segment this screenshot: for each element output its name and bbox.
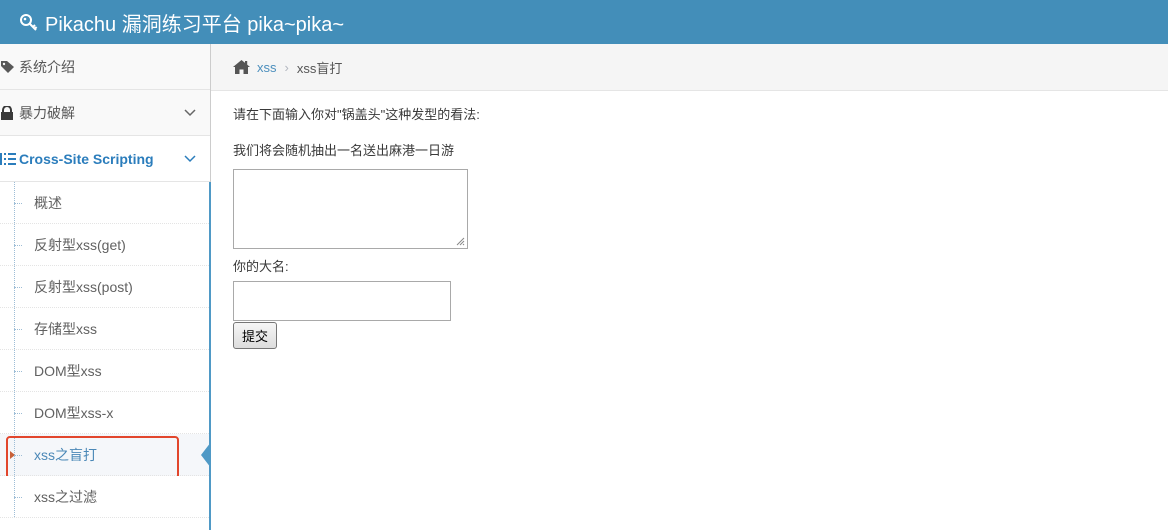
sidebar: 系统介绍 暴力破解 Cross-Site Scripting 概述 反射型xss… xyxy=(0,44,211,530)
sidebar-item-label: 暴力破解 xyxy=(19,104,75,121)
prompt-text-2: 我们将会随机抽出一名送出麻港一日游 xyxy=(233,143,455,158)
submit-button[interactable]: 提交 xyxy=(233,322,277,349)
sidebar-item-label: Cross-Site Scripting xyxy=(19,150,154,167)
submenu-item-blind[interactable]: xss之盲打 xyxy=(0,434,211,480)
submenu-item-label: DOM型xss-x xyxy=(34,404,114,421)
lock-icon xyxy=(1,105,13,120)
sidebar-item-xss[interactable]: Cross-Site Scripting xyxy=(0,136,210,182)
submenu-item-label: 反射型xss(get) xyxy=(34,236,126,253)
chevron-down-icon xyxy=(184,108,196,116)
breadcrumb-current: xss盲打 xyxy=(296,60,343,76)
home-icon[interactable] xyxy=(232,59,251,75)
submenu-item-label: xss之过滤 xyxy=(34,488,97,505)
name-input[interactable] xyxy=(233,281,451,321)
key-icon xyxy=(20,14,38,31)
active-pointer-icon xyxy=(201,442,211,468)
resize-grip-icon[interactable] xyxy=(455,236,465,246)
sidebar-item-label: 系统介绍 xyxy=(19,58,75,75)
submenu-item-label: 反射型xss(post) xyxy=(34,278,133,295)
submenu-item-reflected-get[interactable]: 反射型xss(get) xyxy=(0,224,209,266)
top-navbar: Pikachu 漏洞练习平台 pika~pika~ xyxy=(0,0,1168,44)
submenu-item-overview[interactable]: 概述 xyxy=(0,182,209,224)
breadcrumb-link-xss[interactable]: xss xyxy=(257,60,277,75)
submenu-item-stored[interactable]: 存储型xss xyxy=(0,308,209,350)
app-title: Pikachu 漏洞练习平台 pika~pika~ xyxy=(45,13,345,36)
submenu-item-reflected-post[interactable]: 反射型xss(post) xyxy=(0,266,209,308)
submenu-item-label: DOM型xss xyxy=(34,362,102,379)
xss-submenu: 概述 反射型xss(get) 反射型xss(post) 存储型xss DOM型x… xyxy=(0,182,211,530)
breadcrumb-separator: › xyxy=(284,59,289,75)
name-label: 你的大名: xyxy=(233,259,289,274)
caret-right-icon xyxy=(10,451,15,459)
submenu-item-filter[interactable]: xss之过滤 xyxy=(0,476,209,518)
submenu-item-label: 存储型xss xyxy=(34,320,97,337)
submenu-item-dom[interactable]: DOM型xss xyxy=(0,350,209,392)
list-icon xyxy=(0,152,16,165)
sidebar-item-bruteforce[interactable]: 暴力破解 xyxy=(0,90,210,136)
opinion-textarea[interactable] xyxy=(233,169,468,249)
breadcrumb: xss › xss盲打 xyxy=(211,44,1168,91)
sidebar-item-intro[interactable]: 系统介绍 xyxy=(0,44,210,90)
submenu-item-label: xss之盲打 xyxy=(34,446,97,463)
prompt-text-1: 请在下面输入你对"锅盖头"这种发型的看法: xyxy=(233,107,480,122)
chevron-down-icon xyxy=(184,154,196,162)
tags-icon xyxy=(1,60,14,73)
submenu-item-label: 概述 xyxy=(34,194,62,211)
submenu-item-dom-x[interactable]: DOM型xss-x xyxy=(0,392,209,434)
brand-link[interactable]: Pikachu 漏洞练习平台 pika~pika~ xyxy=(19,8,344,37)
